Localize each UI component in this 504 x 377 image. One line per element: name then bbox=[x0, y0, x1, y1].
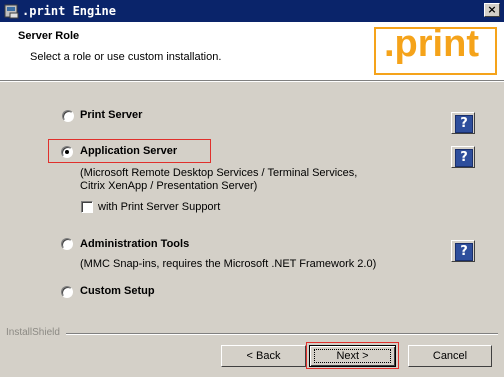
help-icon: ? bbox=[455, 243, 473, 261]
option-label-application-server[interactable]: Application Server bbox=[80, 145, 177, 157]
option-label-custom-setup[interactable]: Custom Setup bbox=[80, 285, 155, 297]
help-button-administration-tools[interactable]: ? bbox=[451, 240, 475, 262]
cancel-button-label: Cancel bbox=[432, 350, 468, 362]
window-title: .print Engine bbox=[22, 4, 116, 18]
next-button[interactable]: Next > bbox=[309, 345, 396, 367]
title-bar: .print Engine × bbox=[0, 0, 504, 22]
radio-custom-setup[interactable] bbox=[61, 286, 73, 298]
cancel-button[interactable]: Cancel bbox=[408, 345, 492, 367]
radio-application-server[interactable] bbox=[61, 146, 73, 158]
help-button-print-server[interactable]: ? bbox=[451, 112, 475, 134]
footer-divider bbox=[66, 333, 498, 335]
option-label-print-server[interactable]: Print Server bbox=[80, 109, 142, 121]
print-server-support-label[interactable]: with Print Server Support bbox=[98, 201, 220, 213]
application-server-description-line1: (Microsoft Remote Desktop Services / Ter… bbox=[80, 167, 358, 179]
back-button[interactable]: < Back bbox=[221, 345, 306, 367]
help-button-application-server[interactable]: ? bbox=[451, 146, 475, 168]
application-server-description-line2: Citrix XenApp / Presentation Server) bbox=[80, 180, 258, 192]
option-label-administration-tools[interactable]: Administration Tools bbox=[80, 238, 189, 250]
logo-text: .print bbox=[384, 27, 479, 65]
close-icon: × bbox=[487, 3, 497, 16]
installer-icon bbox=[4, 4, 19, 19]
back-button-label: < Back bbox=[246, 350, 281, 362]
radio-print-server[interactable] bbox=[62, 110, 74, 122]
page-title: Server Role bbox=[18, 30, 80, 42]
help-icon: ? bbox=[455, 115, 473, 133]
print-server-support-checkbox[interactable] bbox=[81, 201, 93, 213]
close-button[interactable]: × bbox=[484, 3, 500, 17]
print-logo: .print bbox=[374, 27, 497, 75]
page-subtitle: Select a role or use custom installation… bbox=[30, 51, 222, 63]
installshield-brand: InstallShield bbox=[6, 327, 60, 338]
focus-ring bbox=[314, 349, 391, 363]
help-icon: ? bbox=[455, 149, 473, 167]
radio-administration-tools[interactable] bbox=[61, 238, 73, 250]
banner-divider bbox=[0, 80, 504, 82]
administration-tools-description: (MMC Snap-ins, requires the Microsoft .N… bbox=[80, 258, 377, 270]
